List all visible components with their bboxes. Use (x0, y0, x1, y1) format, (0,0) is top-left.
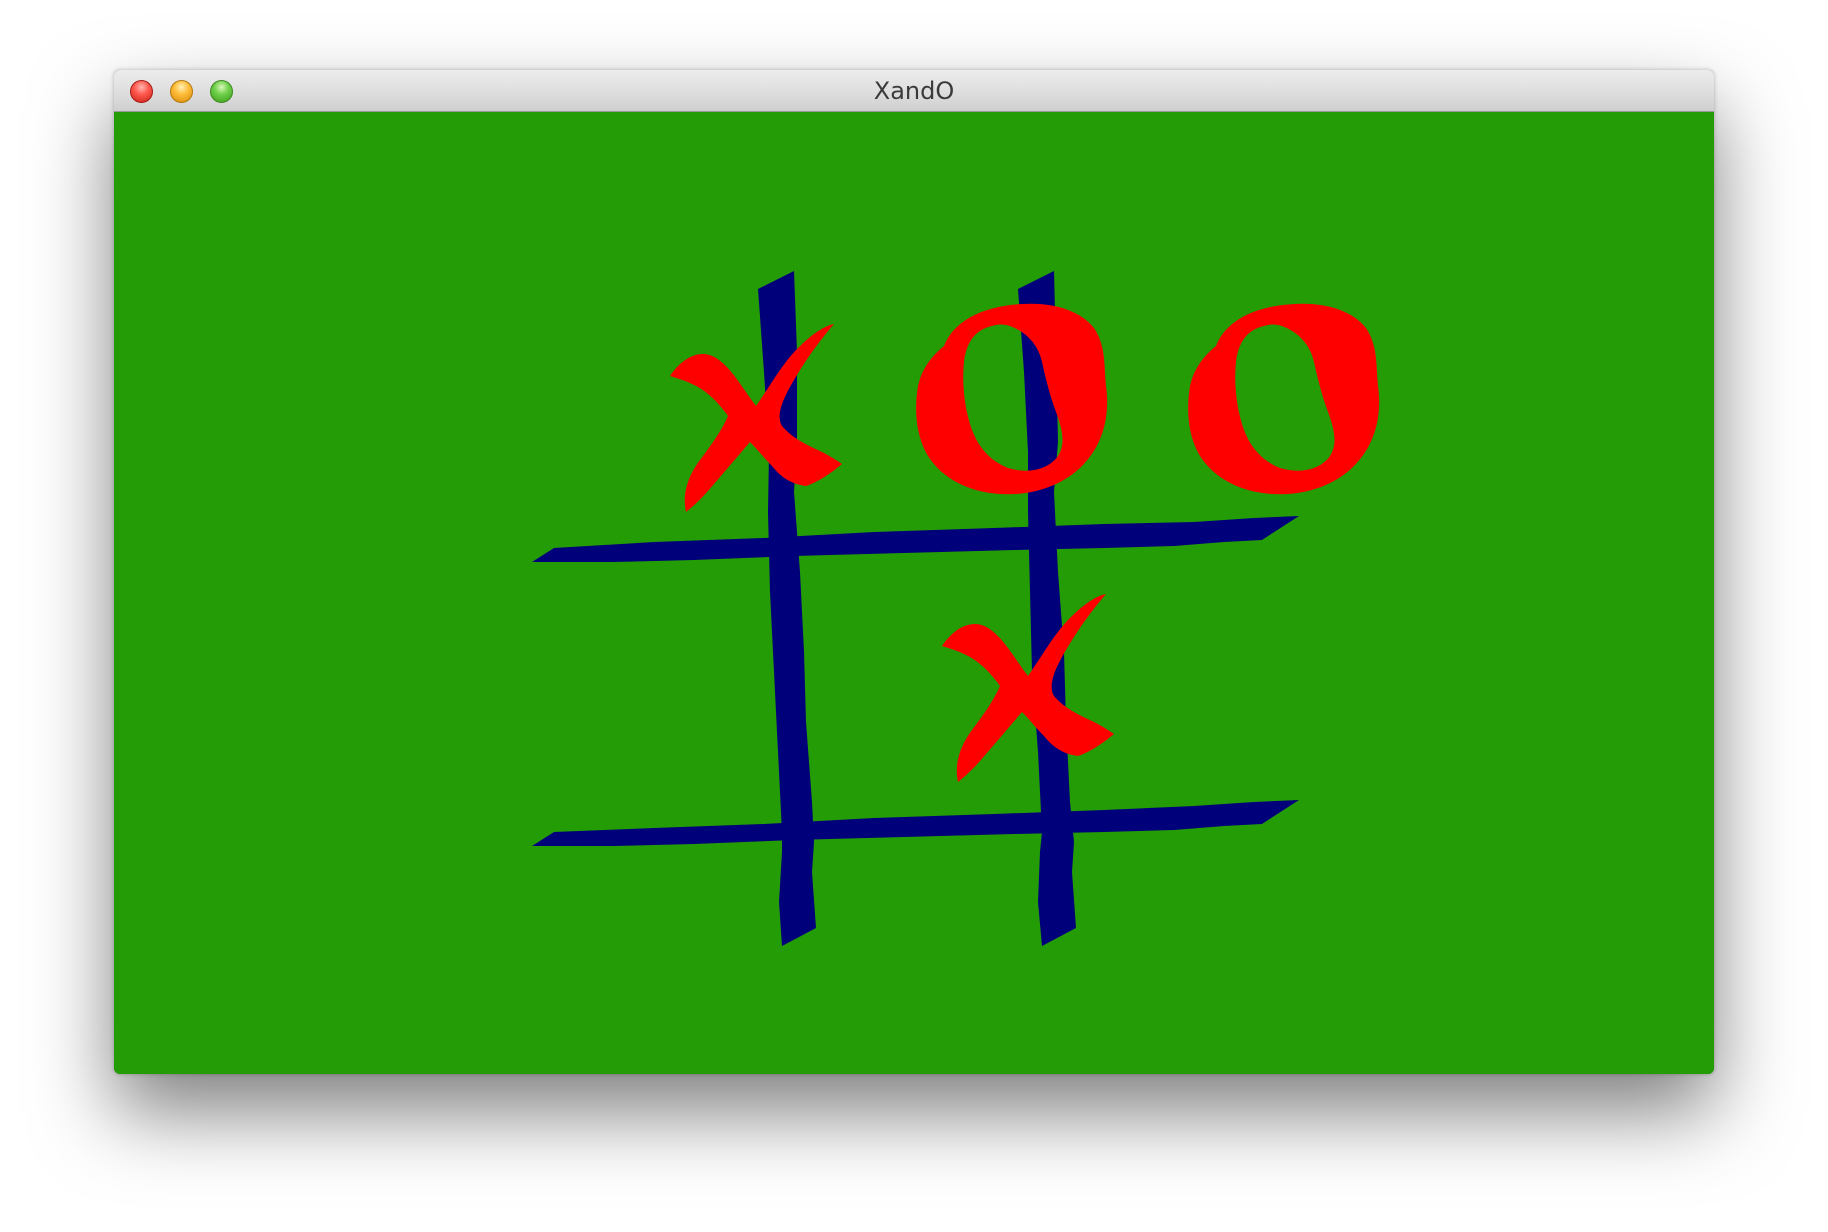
game-window: XandO (114, 70, 1714, 1074)
cell-1-2[interactable] (1069, 557, 1299, 817)
cell-2-1[interactable] (814, 847, 1034, 977)
cell-0-2[interactable] (1059, 292, 1299, 522)
board-svg (532, 271, 1380, 977)
window-title: XandO (873, 77, 955, 105)
cell-1-1[interactable] (804, 562, 1034, 822)
cell-0-1[interactable] (804, 292, 1024, 532)
cell-2-2[interactable] (1079, 842, 1299, 972)
cell-0-0[interactable] (634, 292, 774, 542)
cell-1-0[interactable] (614, 572, 764, 827)
game-canvas[interactable] (114, 112, 1714, 1074)
title-bar[interactable]: XandO (114, 70, 1714, 112)
cell-2-0[interactable] (614, 852, 774, 972)
